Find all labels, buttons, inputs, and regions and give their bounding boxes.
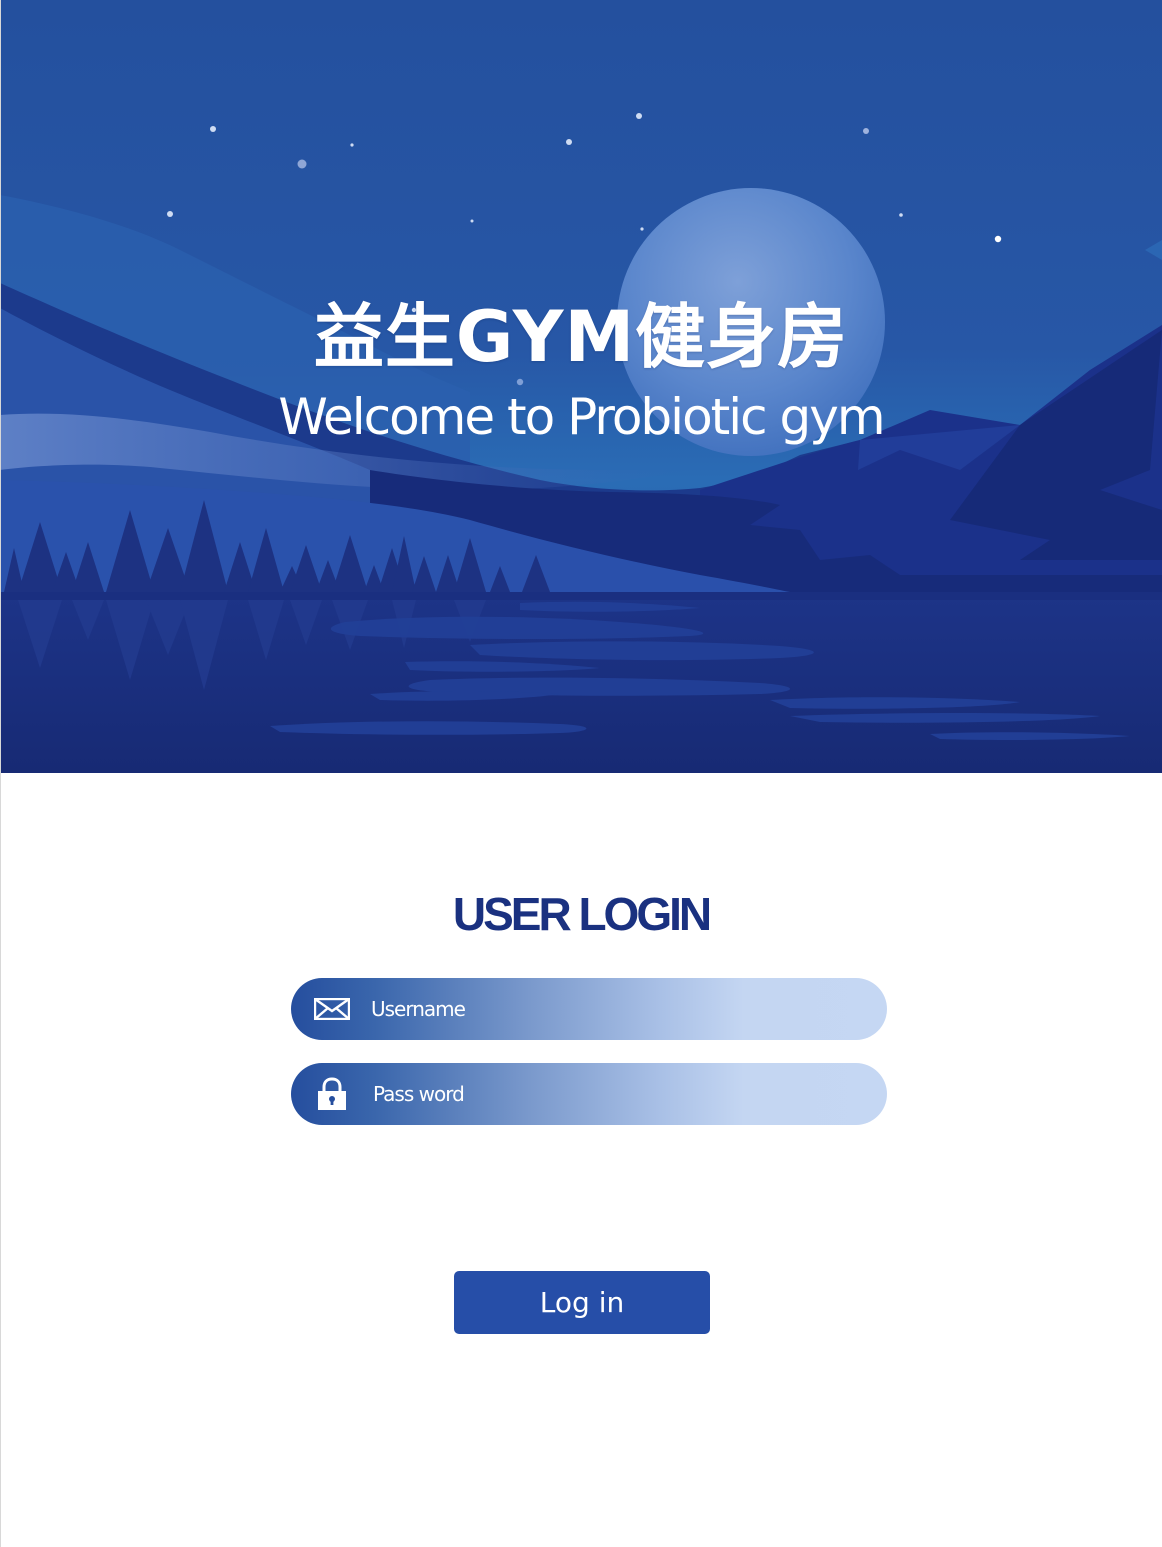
login-button[interactable]: Log in — [454, 1271, 710, 1334]
username-field[interactable] — [291, 978, 887, 1040]
login-heading: USER LOGIN — [452, 888, 712, 940]
hero-title: 益生GYM健身房 — [313, 296, 849, 378]
left-border — [0, 0, 1, 1547]
envelope-icon — [311, 978, 353, 1040]
hero-banner: 益生GYM健身房 Welcome to Probiotic gym — [0, 0, 1162, 773]
password-field[interactable] — [291, 1063, 887, 1125]
lock-icon — [313, 1063, 351, 1125]
hero-subtitle: Welcome to Probiotic gym — [278, 388, 885, 446]
username-input[interactable] — [371, 978, 851, 1040]
password-input[interactable] — [373, 1063, 853, 1125]
